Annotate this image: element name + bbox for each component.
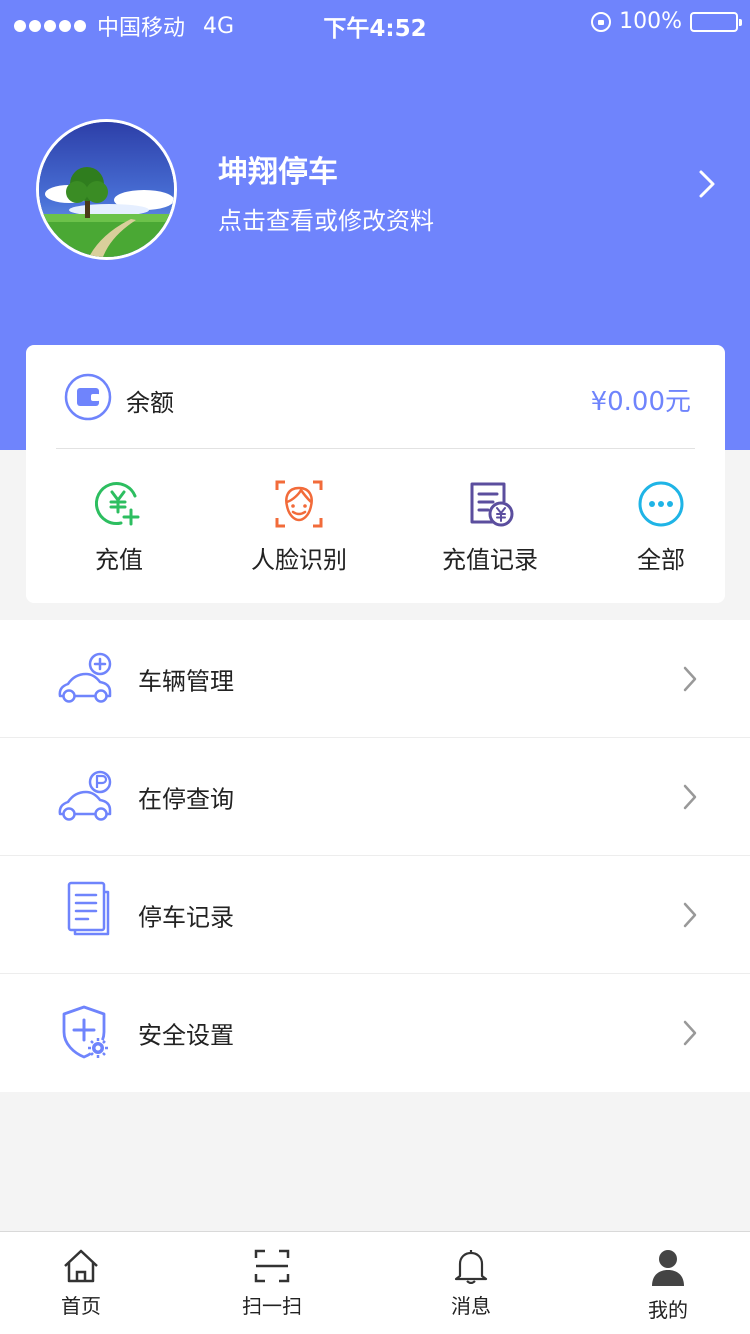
face-recognition-icon: [275, 480, 323, 528]
quick-action-label: 充值记录: [442, 546, 538, 574]
chevron-right-icon: [683, 784, 697, 809]
chevron-right-icon: [683, 1020, 697, 1046]
menu-item-label: 停车记录: [138, 903, 234, 931]
menu-list: 车辆管理 在停查询 停车记录 安全设置: [0, 620, 750, 1092]
quick-action-label: 人脸识别: [251, 546, 347, 574]
scan-icon: [254, 1249, 290, 1283]
bell-icon: [454, 1250, 488, 1284]
quick-action-all[interactable]: 全部: [581, 480, 741, 575]
recharge-record-icon: [470, 482, 514, 527]
divider: [56, 448, 695, 449]
more-icon: [638, 481, 684, 527]
tab-bar: 首页 扫一扫 消息 我的: [0, 1231, 750, 1334]
wallet-icon: [64, 373, 112, 421]
document-icon: [67, 881, 110, 936]
quick-action-label: 充值: [95, 546, 143, 574]
profile-name: 坤翔停车: [218, 155, 338, 190]
menu-item-label: 在停查询: [138, 785, 234, 813]
quick-action-face-recognition[interactable]: 人脸识别: [219, 480, 379, 575]
balance-label: 余额: [126, 389, 174, 417]
menu-item-label: 安全设置: [138, 1021, 234, 1050]
chevron-right-icon[interactable]: [698, 169, 716, 199]
car-add-icon: [58, 652, 112, 703]
menu-item-parking-records[interactable]: 停车记录: [0, 856, 750, 974]
quick-action-recharge-record[interactable]: 充值记录: [410, 480, 570, 575]
status-bar: 中国移动 4G 下午4:52 100%: [0, 0, 750, 44]
user-icon: [652, 1250, 684, 1286]
battery-percent: 100%: [619, 9, 682, 34]
menu-item-label: 车辆管理: [138, 667, 234, 695]
rotation-lock-icon: [591, 11, 612, 32]
tab-home[interactable]: 首页: [21, 1248, 141, 1319]
chevron-right-icon: [683, 666, 697, 691]
menu-item-security-settings[interactable]: 安全设置: [0, 974, 750, 1092]
chevron-right-icon: [683, 902, 697, 927]
menu-item-vehicle-management[interactable]: 车辆管理: [0, 620, 750, 738]
home-icon: [64, 1249, 98, 1283]
car-parking-icon: [58, 770, 112, 821]
tab-messages[interactable]: 消息: [411, 1248, 531, 1319]
profile-subtitle: 点击查看或修改资料: [218, 207, 434, 235]
tab-label: 扫一扫: [242, 1294, 302, 1318]
balance-value: ¥0.00元: [590, 387, 691, 417]
avatar[interactable]: [36, 119, 177, 260]
quick-action-label: 全部: [637, 546, 685, 574]
wallet-card: 余额 ¥0.00元 充值 人脸识别 充值记录 全部: [26, 345, 725, 603]
battery-icon: [690, 11, 742, 32]
tab-scan[interactable]: 扫一扫: [212, 1248, 332, 1319]
menu-item-parking-query[interactable]: 在停查询: [0, 738, 750, 856]
tab-mine[interactable]: 我的: [608, 1248, 728, 1323]
shield-settings-icon: [62, 1005, 108, 1059]
quick-action-recharge[interactable]: 充值: [39, 480, 199, 575]
tab-label: 消息: [451, 1294, 491, 1318]
profile-link[interactable]: 坤翔停车 点击查看或修改资料: [36, 119, 716, 261]
tab-label: 我的: [648, 1298, 688, 1322]
tab-label: 首页: [61, 1294, 101, 1318]
recharge-icon: [95, 482, 140, 526]
